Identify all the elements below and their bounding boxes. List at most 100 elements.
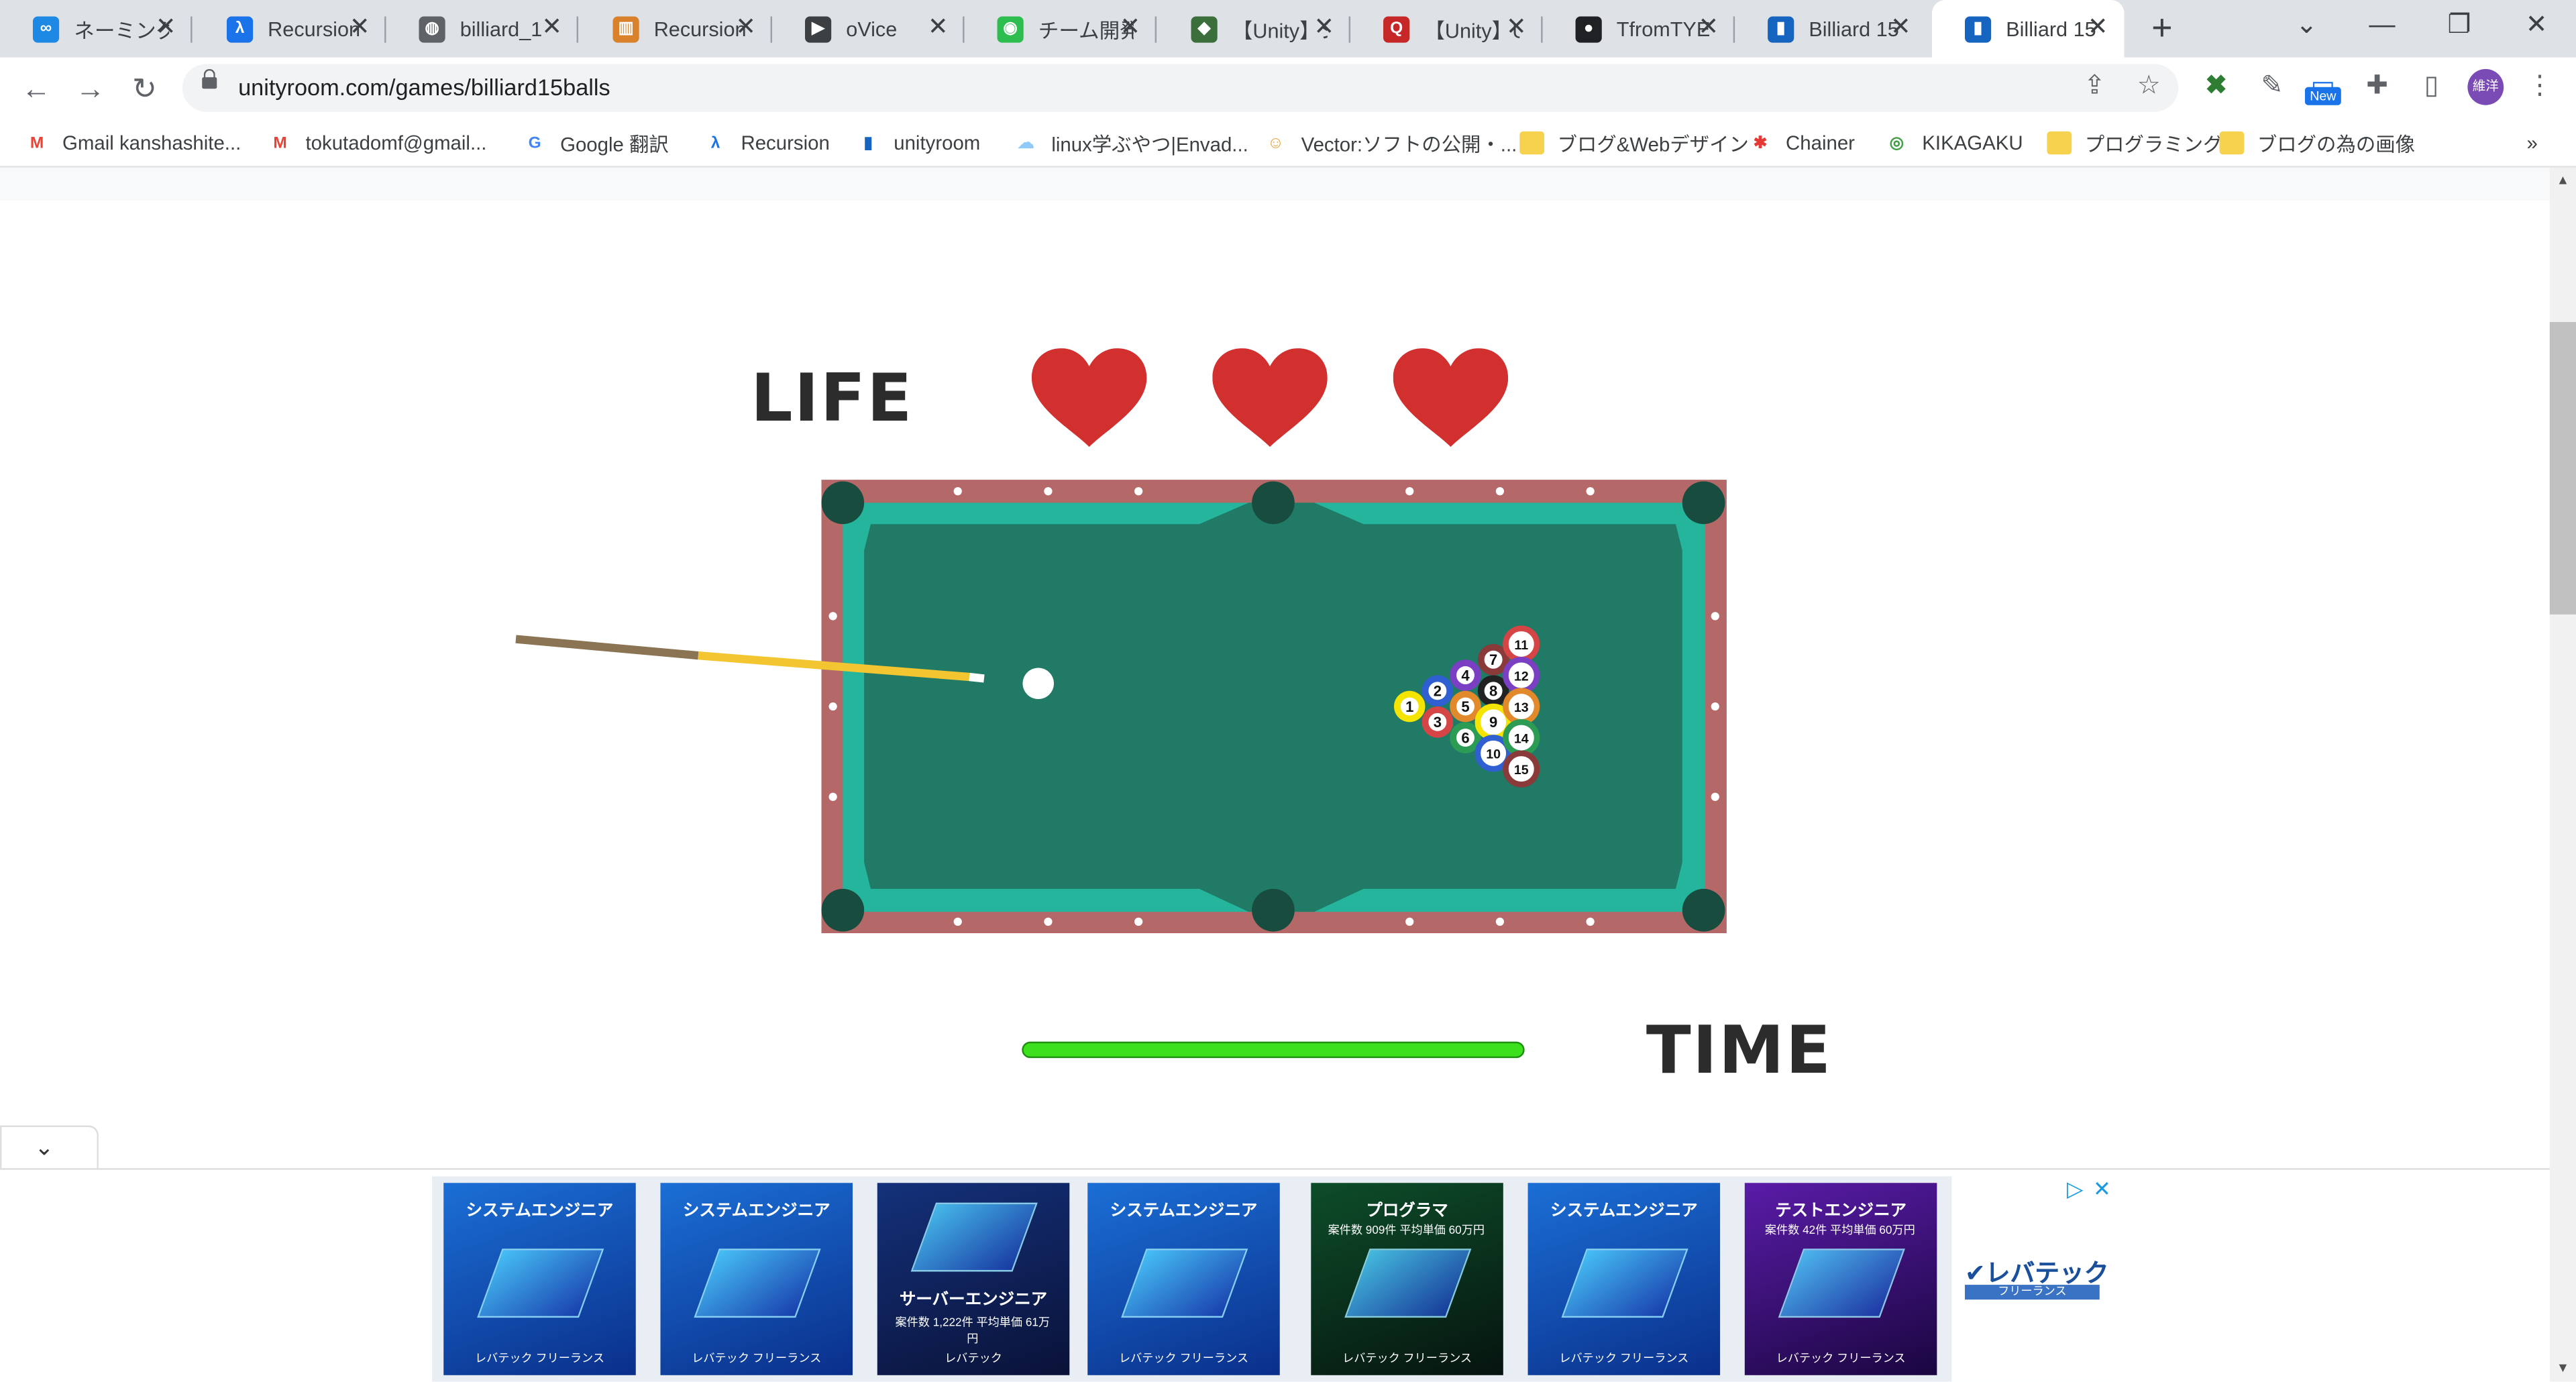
tab-close-icon[interactable]: ✕ <box>347 14 373 41</box>
adchoices-icon[interactable]: ▷ <box>2067 1176 2083 1202</box>
ad-tile[interactable]: システムエンジニア レバテック フリーランス <box>1087 1183 1280 1375</box>
ad-logo: レバテック フリーランス <box>692 1353 822 1366</box>
bookmark-label: ブログ&Webデザイン <box>1557 132 1749 156</box>
more-bookmarks-button[interactable]: » <box>2527 128 2538 158</box>
share-icon[interactable]: ⇪ <box>2078 70 2111 103</box>
bookmark-item[interactable]: ☺ Vector:ソフトの公開・... <box>1263 128 1517 158</box>
scroll-down-arrow[interactable]: ▼ <box>2550 1355 2576 1381</box>
restore-icon[interactable]: ❐ <box>2436 7 2483 46</box>
tab-close-icon[interactable]: ✕ <box>539 14 565 41</box>
ad-subtext: 案件数 909件 平均単価 60万円 <box>1328 1225 1485 1238</box>
ad-brand-tile[interactable]: ✔レバテック フリーランス ▷ ✕ <box>1951 1176 2116 1382</box>
bookmark-item[interactable]: Mtokutadomf@gmail... <box>268 128 486 158</box>
tab-search-icon[interactable]: ⌄ <box>2284 7 2330 46</box>
unityroom-icon: ▮ <box>863 134 873 152</box>
tab-close-icon[interactable]: ✕ <box>1503 14 1529 41</box>
bookmark-item[interactable]: M Gmail kanshashite... <box>25 128 241 158</box>
scroll-up-arrow[interactable]: ▲ <box>2550 168 2576 194</box>
cloud-icon: ☁ <box>1018 134 1034 152</box>
ad-close-icon[interactable]: ✕ <box>2093 1176 2111 1202</box>
infinity-icon: ∞ <box>32 15 60 42</box>
tab-close-icon[interactable]: ✕ <box>1311 14 1337 41</box>
bookmark-label: unityroom <box>894 131 981 155</box>
side-panel-icon[interactable]: ▯ <box>2415 70 2448 103</box>
bookmark-item[interactable]: λ Recursion <box>703 128 830 158</box>
bookmark-item[interactable]: プログラミング <box>2047 128 2223 158</box>
bookmark-label: linux学ぶやつ|Envad... <box>1051 132 1248 156</box>
rail-diamond <box>1134 917 1143 926</box>
minimize-icon[interactable]: — <box>2359 7 2406 46</box>
ad-title: プログラマ <box>1366 1202 1448 1221</box>
back-icon[interactable]: ← <box>16 69 56 109</box>
ad-tile[interactable]: テストエンジニア 案件数 42件 平均単価 60万円 レバテック フリーランス <box>1744 1183 1937 1375</box>
new-tab-button[interactable]: + <box>2142 9 2182 50</box>
bookmark-item[interactable]: ブログ&Webデザイン <box>1519 128 1749 158</box>
ad-subtext: 案件数 42件 平均単価 60万円 <box>1764 1225 1915 1238</box>
tab-close-icon[interactable]: ✕ <box>1695 14 1721 41</box>
tab-2[interactable]: λ Recursion ✕ <box>194 0 386 58</box>
bookmark-item[interactable]: ✱ Chainer <box>1748 128 1855 158</box>
bookmark-item[interactable]: ▮ unityroom <box>856 128 981 158</box>
ad-carousel[interactable]: システムエンジニア レバテック フリーランス システムエンジニア レバテック フリーラ… <box>432 1176 2116 1382</box>
tab-10[interactable]: ▮ Billiard 15 ✕ <box>1735 0 1927 58</box>
billiard-table-canvas[interactable]: 123456789101112131415 <box>493 468 1741 945</box>
extensions-puzzle-icon[interactable]: ✚ <box>2361 70 2394 103</box>
rail-diamond <box>828 612 837 621</box>
lock-icon[interactable] <box>202 68 217 89</box>
ad-logo: レバテック フリーランス <box>1559 1353 1689 1366</box>
ad-tile[interactable]: サーバーエンジニア 案件数 1,222件 平均単価 61万円 レバテック <box>877 1183 1070 1375</box>
ad-tile[interactable]: システムエンジニア レバテック フリーランス <box>443 1183 636 1375</box>
profile-avatar[interactable]: 維洋 <box>2467 68 2504 105</box>
tab-close-icon[interactable]: ✕ <box>1117 14 1143 41</box>
tab-close-icon[interactable]: ✕ <box>1888 14 1914 41</box>
tab-separator <box>191 16 193 43</box>
ad-laptop-illustration <box>694 1248 821 1318</box>
eyedropper-icon[interactable]: ✎ <box>2255 70 2288 103</box>
tab-7[interactable]: ◆【Unity】シ✕ <box>1159 0 1351 58</box>
reload-icon[interactable]: ↻ <box>125 69 164 109</box>
bookmark-item[interactable]: ◎ KIKAGAKU <box>1884 128 2023 158</box>
ad-title: システムエンジニア <box>682 1202 830 1221</box>
trello-icon: ▥ <box>612 15 639 42</box>
bookmark-label: Recursion <box>741 131 830 155</box>
ball-15: 15 <box>1503 750 1540 788</box>
tab-close-icon[interactable]: ✕ <box>2085 14 2111 41</box>
bookmark-item[interactable]: G Google 翻訳 <box>523 128 669 158</box>
forward-icon[interactable]: → <box>70 69 110 109</box>
ad-tile[interactable]: プログラマ 案件数 909件 平均単価 60万円 レバテック フリーランス <box>1311 1183 1503 1375</box>
ad-tile[interactable]: システムエンジニア レバテック フリーランス <box>1527 1183 1721 1375</box>
page-header-band <box>0 167 2550 201</box>
tab-close-icon[interactable]: ✕ <box>733 14 759 41</box>
address-bar[interactable]: unityroom.com/games/billiard15balls ⇪ ☆ <box>182 64 2179 112</box>
tab-4[interactable]: ▥ Recursion ✕ <box>580 0 773 58</box>
bookmark-item[interactable]: ☁ linux学ぶやつ|Envad... <box>1014 128 1248 158</box>
tab-8[interactable]: Q 【Unity】U ✕ <box>1350 0 1543 58</box>
cue-ball[interactable] <box>1022 668 1055 700</box>
cue-butt <box>515 635 699 660</box>
extension-x-icon[interactable]: ✖ <box>2200 70 2233 103</box>
ball-1: 1 <box>1393 690 1426 723</box>
tab-1[interactable]: ∞ ネーミング ✕ <box>0 0 193 58</box>
bookmark-star-icon[interactable]: ☆ <box>2133 70 2165 103</box>
tab-11[interactable]: ▮ Billiard 15 ✕ <box>1932 0 2125 58</box>
bookmark-label: KIKAGAKU <box>1922 131 2023 155</box>
tab-3[interactable]: ◍ billiard_1 ✕ <box>386 0 579 58</box>
tab-close-icon[interactable]: ✕ <box>153 14 179 41</box>
ad-logo: レバテック フリーランス <box>1118 1353 1248 1366</box>
rail-diamond <box>828 792 837 801</box>
tab-6[interactable]: ◉ チーム開発 ✕ <box>965 0 1157 58</box>
tab-9[interactable]: ● TfromTYE ✕ <box>1543 0 1735 58</box>
close-window-icon[interactable]: ✕ <box>2514 7 2560 46</box>
menu-kebab-icon[interactable]: ⋮ <box>2524 70 2557 103</box>
tab-close-icon[interactable]: ✕ <box>925 14 951 41</box>
tab-separator <box>576 16 579 43</box>
scrollbar-thumb[interactable] <box>2549 322 2576 615</box>
url-text[interactable]: unityroom.com/games/billiard15balls <box>238 74 610 100</box>
unityroom-icon: ▮ <box>1964 15 1992 42</box>
rail-diamond <box>953 487 962 496</box>
collapse-ad-button[interactable]: ⌄ <box>0 1125 99 1170</box>
bookmark-item[interactable]: ブログの為の画像 <box>2219 128 2415 158</box>
tab-5[interactable]: ▶ oVice ✕ <box>772 0 965 58</box>
svg-text:6: 6 <box>1461 729 1469 746</box>
ad-tile[interactable]: システムエンジニアレバテック フリーランス <box>660 1183 853 1375</box>
